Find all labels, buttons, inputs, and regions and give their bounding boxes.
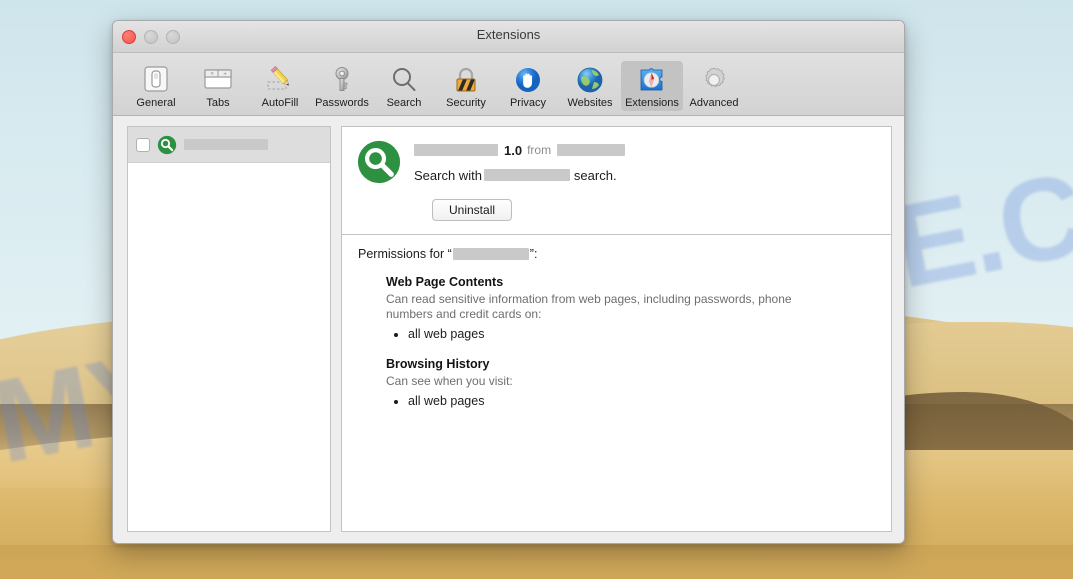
svg-text:×: ×	[210, 72, 214, 78]
list-item[interactable]	[128, 127, 330, 163]
tabs-icon: × +	[189, 64, 247, 96]
toolbar-label: Extensions	[625, 97, 679, 109]
permission-group-title: Web Page Contents	[386, 275, 504, 289]
passwords-icon	[313, 64, 371, 96]
extension-version: 1.0	[504, 142, 523, 158]
extension-author-redacted	[557, 144, 626, 156]
advanced-icon	[685, 64, 743, 96]
toolbar-label: General	[136, 97, 176, 109]
permission-scope-item: all web pages	[408, 393, 875, 410]
toolbar-label: Websites	[567, 97, 613, 109]
extension-description: Search with search.	[414, 167, 877, 183]
extension-enable-checkbox[interactable]	[136, 137, 150, 152]
permission-group-description: Can see when you visit:	[386, 374, 513, 388]
window-titlebar[interactable]: Extensions	[113, 21, 904, 53]
toolbar-label: Security	[446, 97, 486, 109]
window-title: Extensions	[476, 27, 541, 42]
permissions-heading-suffix: ”:	[529, 247, 538, 261]
toolbar-item-search[interactable]: Search	[373, 61, 435, 111]
toolbar-label: AutoFill	[261, 97, 299, 109]
permission-group-title: Browsing History	[386, 357, 490, 371]
toolbar-item-security[interactable]: Security	[435, 61, 497, 111]
toolbar-item-websites[interactable]: Websites	[559, 61, 621, 111]
uninstall-button[interactable]: Uninstall	[432, 199, 513, 221]
permission-scope-list: all web pages	[386, 326, 875, 343]
toolbar-item-tabs[interactable]: × + Tabs	[187, 61, 249, 111]
extension-name-redacted	[184, 139, 268, 150]
extensions-pane: 1.0 from Search with search. Uninstall P…	[113, 116, 904, 543]
toolbar-item-general[interactable]: General	[125, 61, 187, 111]
security-icon	[437, 64, 495, 96]
toolbar-item-extensions[interactable]: Extensions	[621, 61, 683, 111]
desktop-sand-ripple	[0, 545, 1073, 579]
preferences-window: Extensions General × + Tabs AutoFill Pas…	[112, 20, 905, 544]
green-magnifier-icon	[157, 135, 177, 155]
preferences-toolbar: General × + Tabs AutoFill Passwords Sear…	[113, 53, 904, 116]
permission-group-browsing-history: Browsing History Can see when you visit:…	[386, 357, 875, 410]
extension-summary-panel: 1.0 from Search with search. Uninstall	[341, 126, 892, 234]
permissions-name-redacted	[452, 248, 529, 260]
extension-name-redacted	[414, 144, 498, 156]
general-icon	[127, 64, 185, 96]
toolbar-item-privacy[interactable]: Privacy	[497, 61, 559, 111]
permissions-heading: Permissions for “ ”:	[358, 247, 875, 261]
permission-scope-list: all web pages	[386, 393, 875, 410]
green-magnifier-icon	[356, 139, 402, 185]
permissions-heading-prefix: Permissions for “	[358, 247, 452, 261]
svg-text:+: +	[223, 72, 227, 78]
extension-detail: 1.0 from Search with search. Uninstall P…	[341, 126, 892, 532]
toolbar-label: Privacy	[509, 97, 547, 109]
description-prefix: Search with	[414, 167, 482, 183]
permission-group-description: Can read sensitive information from web …	[386, 292, 792, 321]
permission-group-web-page-contents: Web Page Contents Can read sensitive inf…	[386, 275, 875, 343]
extensions-list[interactable]	[127, 126, 331, 532]
toolbar-item-passwords[interactable]: Passwords	[311, 61, 373, 111]
autofill-icon	[251, 64, 309, 96]
toolbar-label: Search	[386, 97, 422, 109]
search-icon	[375, 64, 433, 96]
permissions-panel: Permissions for “ ”: Web Page Contents C…	[341, 234, 892, 532]
from-label: from	[527, 143, 552, 157]
toolbar-item-autofill[interactable]: AutoFill	[249, 61, 311, 111]
extension-title-line: 1.0 from	[414, 142, 877, 158]
screen: MYANTISPYWARE.COM Extensions	[0, 0, 1073, 579]
websites-icon	[561, 64, 619, 96]
permission-scope-item: all web pages	[408, 326, 875, 343]
privacy-icon	[499, 64, 557, 96]
description-suffix: search.	[573, 167, 617, 183]
toolbar-label: Passwords	[315, 97, 369, 109]
extensions-icon	[623, 64, 681, 96]
toolbar-label: Advanced	[689, 97, 739, 109]
toolbar-label: Tabs	[206, 97, 230, 109]
toolbar-item-advanced[interactable]: Advanced	[683, 61, 745, 111]
description-name-redacted	[483, 169, 570, 181]
